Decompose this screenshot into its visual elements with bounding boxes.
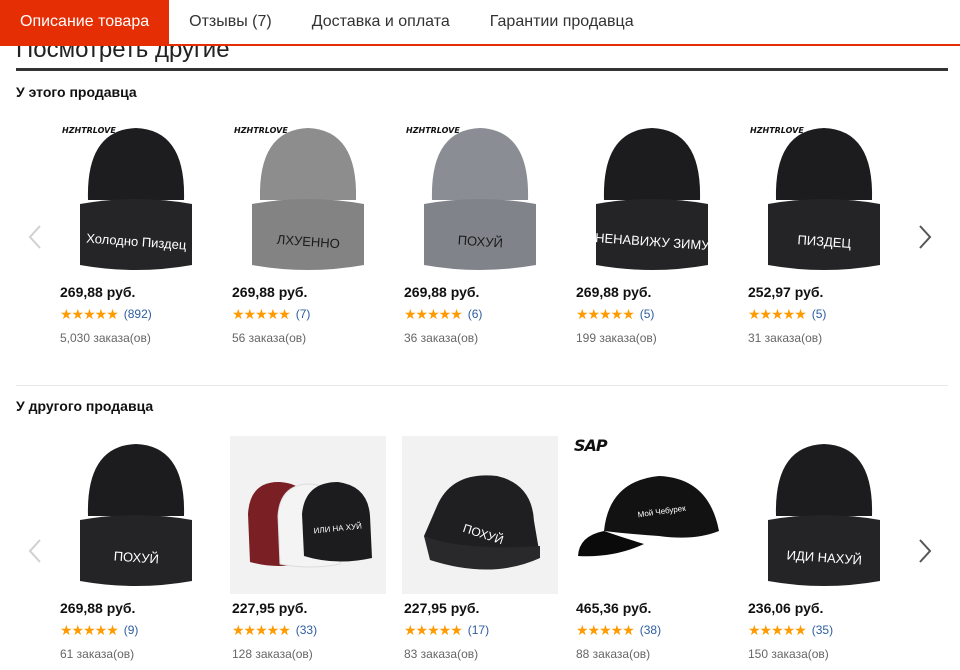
product-image[interactable]: НЕНАВИЖУ ЗИМУ (574, 120, 730, 278)
star-rating-icon: ★★★★★ (576, 306, 635, 322)
star-rating-icon: ★★★★★ (60, 622, 119, 638)
tab-guarantees[interactable]: Гарантии продавца (470, 0, 654, 44)
star-rating-icon: ★★★★★ (404, 622, 463, 638)
product-rating: ★★★★★ (9) (60, 623, 218, 637)
product-price: 269,88 руб. (232, 284, 308, 300)
product-image[interactable]: ИЛИ НА ХУЙ (230, 436, 386, 594)
tab-reviews[interactable]: Отзывы (7) (169, 0, 292, 44)
brand-logo: HZHTRLOVE (62, 126, 116, 135)
brand-logo: SAP (574, 436, 608, 455)
review-count-link[interactable]: (9) (124, 623, 139, 637)
product-price: 465,36 руб. (576, 600, 652, 616)
order-count: 199 заказа(ов) (576, 331, 657, 345)
product-card[interactable]: ЛХУЕННО HZHTRLOVE 269,88 руб. ★★★★★ (7) 56 з… (230, 120, 390, 345)
chevron-left-icon (28, 225, 41, 249)
product-image[interactable]: Холодно Пиздец HZHTRLOVE (58, 120, 214, 278)
section-divider (16, 385, 948, 386)
product-card[interactable]: ПОХУЙ HZHTRLOVE 269,88 руб. ★★★★★ (6) 36 зак… (402, 120, 562, 345)
review-count-link[interactable]: (38) (640, 623, 661, 637)
chevron-left-icon (28, 539, 41, 563)
product-card[interactable]: ИЛИ НА ХУЙ 227,95 руб. ★★★★★ (33) 128 заказ… (230, 436, 390, 661)
product-card[interactable]: Холодно Пиздец HZHTRLOVE 269,88 руб. ★★★★★… (58, 120, 218, 345)
product-image[interactable]: ПОХУЙ HZHTRLOVE (402, 120, 558, 278)
order-count: 36 заказа(ов) (404, 331, 479, 345)
order-count: 56 заказа(ов) (232, 331, 307, 345)
product-rating: ★★★★★ (17) (404, 623, 562, 637)
product-price: 236,06 руб. (748, 600, 824, 616)
order-count: 150 заказа(ов) (748, 647, 829, 661)
product-rating: ★★★★★ (35) (748, 623, 906, 637)
order-count: 61 заказа(ов) (60, 647, 135, 661)
product-card[interactable]: ПОХУЙ 269,88 руб. ★★★★★ (9) 61 заказа(ов) (58, 436, 218, 661)
review-count-link[interactable]: (6) (468, 307, 483, 321)
review-count-link[interactable]: (33) (296, 623, 317, 637)
chevron-right-icon (919, 225, 932, 249)
brand-logo: HZHTRLOVE (234, 126, 288, 135)
star-rating-icon: ★★★★★ (576, 622, 635, 638)
product-card[interactable]: ПИЗДЕЦ HZHTRLOVE 252,97 руб. ★★★★★ (5) 31 за… (746, 120, 906, 345)
product-image[interactable]: ЛХУЕННО HZHTRLOVE (230, 120, 386, 278)
order-count: 83 заказа(ов) (404, 647, 479, 661)
brand-logo: HZHTRLOVE (750, 126, 804, 135)
carousel-prev-button[interactable] (24, 222, 46, 252)
section-title-this-seller: У этого продавца (16, 84, 137, 100)
product-rating: ★★★★★ (6) (404, 307, 562, 321)
order-count: 128 заказа(ов) (232, 647, 313, 661)
product-tabs: Описание товара Отзывы (7) Доставка и оп… (0, 0, 960, 46)
order-count: 31 заказа(ов) (748, 331, 823, 345)
star-rating-icon: ★★★★★ (748, 622, 807, 638)
product-card[interactable]: НЕНАВИЖУ ЗИМУ 269,88 руб. ★★★★★ (5) 199 зак… (574, 120, 734, 345)
tab-delivery[interactable]: Доставка и оплата (292, 0, 470, 44)
review-count-link[interactable]: (5) (640, 307, 655, 321)
star-rating-icon: ★★★★★ (404, 306, 463, 322)
tab-description[interactable]: Описание товара (0, 0, 170, 44)
product-image[interactable]: ИДИ НАХУЙ (746, 436, 902, 594)
review-count-link[interactable]: (5) (812, 307, 827, 321)
product-price: 227,95 руб. (232, 600, 308, 616)
product-image[interactable]: Мой Чебурек SAP (574, 436, 730, 594)
star-rating-icon: ★★★★★ (232, 622, 291, 638)
product-card[interactable]: Мой Чебурек SAP 465,36 руб. ★★★★★ (38) 88 за… (574, 436, 734, 661)
heading-divider (16, 68, 948, 71)
review-count-link[interactable]: (17) (468, 623, 489, 637)
review-count-link[interactable]: (7) (296, 307, 311, 321)
section-title-other-seller: У другого продавца (16, 398, 154, 414)
product-price: 227,95 руб. (404, 600, 480, 616)
order-count: 88 заказа(ов) (576, 647, 651, 661)
carousel-next-button[interactable] (914, 536, 936, 566)
product-image[interactable]: ПОХУЙ (58, 436, 214, 594)
order-count: 5,030 заказа(ов) (60, 331, 151, 345)
review-count-link[interactable]: (35) (812, 623, 833, 637)
svg-text:ПОХУЙ: ПОХУЙ (113, 548, 159, 566)
product-price: 269,88 руб. (60, 284, 136, 300)
brand-logo: HZHTRLOVE (406, 126, 460, 135)
product-card[interactable]: ПОХУЙ 227,95 руб. ★★★★★ (17) 83 заказа(ов) (402, 436, 562, 661)
product-rating: ★★★★★ (5) (576, 307, 734, 321)
product-image[interactable]: ПОХУЙ (402, 436, 558, 594)
carousel-next-button[interactable] (914, 222, 936, 252)
product-rating: ★★★★★ (7) (232, 307, 390, 321)
product-rating: ★★★★★ (5) (748, 307, 906, 321)
product-rating: ★★★★★ (33) (232, 623, 390, 637)
svg-text:ПОХУЙ: ПОХУЙ (457, 232, 503, 250)
product-price: 252,97 руб. (748, 284, 824, 300)
product-rating: ★★★★★ (38) (576, 623, 734, 637)
product-price: 269,88 руб. (576, 284, 652, 300)
product-card[interactable]: ИДИ НАХУЙ 236,06 руб. ★★★★★ (35) 150 заказа… (746, 436, 906, 661)
chevron-right-icon (919, 539, 932, 563)
review-count-link[interactable]: (892) (124, 307, 152, 321)
product-price: 269,88 руб. (60, 600, 136, 616)
carousel-prev-button[interactable] (24, 536, 46, 566)
star-rating-icon: ★★★★★ (60, 306, 119, 322)
product-price: 269,88 руб. (404, 284, 480, 300)
star-rating-icon: ★★★★★ (232, 306, 291, 322)
product-image[interactable]: ПИЗДЕЦ HZHTRLOVE (746, 120, 902, 278)
product-rating: ★★★★★ (892) (60, 307, 218, 321)
star-rating-icon: ★★★★★ (748, 306, 807, 322)
